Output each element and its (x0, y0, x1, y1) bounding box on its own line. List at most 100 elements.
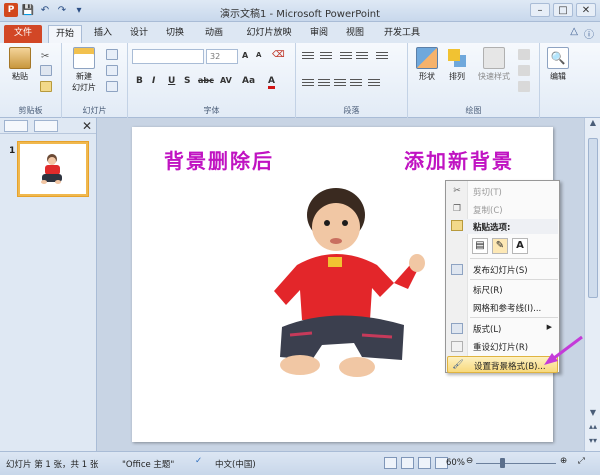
scroll-thumb[interactable] (588, 138, 598, 298)
character-spacing-button[interactable]: AV (220, 76, 232, 85)
tab-animations[interactable]: 动画 (196, 25, 232, 43)
copy-icon[interactable] (40, 65, 52, 76)
maximize-button[interactable]: □ (553, 3, 573, 17)
normal-view-icon[interactable] (384, 457, 397, 469)
menu-item-grid-guides[interactable]: 网格和参考线(I)... (447, 299, 558, 316)
arrange-button[interactable]: 排列 (444, 47, 470, 82)
copy-icon: ❐ (452, 204, 462, 214)
slide-sorter-icon[interactable] (401, 457, 414, 469)
new-slide-button[interactable]: 新建 幻灯片 (66, 47, 102, 93)
arrange-label: 排列 (449, 72, 465, 81)
font-size-input[interactable]: 32 (206, 49, 238, 64)
change-case-button[interactable]: Aa (242, 76, 255, 86)
font-name-input[interactable] (132, 49, 204, 64)
help-icon[interactable]: ⓘ (584, 26, 594, 41)
window-title: 演示文稿1 - Microsoft PowerPoint (219, 9, 381, 20)
slide-text-left[interactable]: 背景删除后 (164, 145, 274, 174)
shrink-font-button[interactable]: A (256, 51, 261, 59)
align-left-icon[interactable] (302, 77, 314, 87)
shapes-button[interactable]: 形状 (414, 47, 440, 82)
drawing-group-label: 绘图 (465, 106, 482, 115)
strikethrough-button[interactable]: abc (198, 76, 214, 85)
quick-styles-button[interactable]: 快速样式 (474, 47, 514, 82)
tab-developer[interactable]: 开发工具 (378, 25, 426, 43)
paragraph-group-label: 段落 (343, 106, 360, 115)
zoom-in-icon[interactable]: ⊕ (560, 456, 567, 466)
tab-slideshow[interactable]: 幻灯片放映 (238, 25, 300, 43)
shape-outline-icon[interactable] (518, 65, 530, 76)
section-icon[interactable] (106, 81, 118, 92)
slide-thumbnail[interactable] (18, 142, 88, 196)
spell-check-icon[interactable]: ✓ (195, 456, 202, 466)
decrease-indent-icon[interactable] (340, 50, 352, 60)
previous-slide-icon[interactable]: ▴▴ (585, 422, 600, 434)
reset-icon[interactable] (106, 65, 118, 76)
menu-item-copy[interactable]: ❐ 复制(C) (447, 201, 558, 218)
fit-to-window-icon[interactable]: ⤢ (578, 456, 585, 466)
clipboard-group: 粘贴 ✂ 剪贴板 (0, 43, 62, 118)
slides-group-label: 幻灯片 (82, 106, 107, 115)
format-painter-icon[interactable] (40, 81, 52, 92)
annotation-arrow-icon (544, 335, 583, 365)
editing-label: 编辑 (550, 72, 566, 81)
paste-keep-text-only-button[interactable]: A (512, 238, 528, 254)
paste-button[interactable]: 粘贴 (6, 47, 34, 82)
paragraph-group: 段落 (296, 43, 408, 118)
close-pane-icon[interactable]: ✕ (82, 119, 92, 133)
shape-effects-icon[interactable] (518, 81, 530, 92)
layout-icon[interactable] (106, 49, 118, 60)
slides-tab[interactable] (4, 119, 28, 132)
tab-view[interactable]: 视图 (340, 25, 370, 43)
next-slide-icon[interactable]: ▾▾ (585, 436, 600, 448)
shadow-button[interactable]: S (184, 76, 190, 86)
reading-view-icon[interactable] (418, 457, 431, 469)
zoom-level[interactable]: 60% (446, 458, 465, 468)
line-spacing-icon[interactable] (376, 50, 388, 60)
close-button[interactable]: ✕ (576, 3, 596, 17)
tab-insert[interactable]: 插入 (88, 25, 118, 43)
zoom-slider-knob[interactable] (500, 458, 505, 468)
paste-use-destination-theme-icon[interactable]: ▤ (472, 238, 488, 254)
language[interactable]: 中文(中国) (215, 458, 256, 470)
justify-icon[interactable] (350, 77, 362, 87)
grow-font-button[interactable]: A (242, 51, 248, 60)
increase-indent-icon[interactable] (356, 50, 368, 60)
tab-transitions[interactable]: 切换 (160, 25, 190, 43)
editing-button[interactable]: 🔍 编辑 (544, 47, 572, 82)
svg-text:✂: ✂ (41, 51, 49, 60)
columns-icon[interactable] (368, 77, 380, 87)
font-color-button[interactable]: A (268, 76, 275, 89)
zoom-out-icon[interactable]: ⊖ (466, 456, 473, 466)
menu-item-cut[interactable]: ✂ 剪切(T) (447, 183, 558, 200)
paste-options-header: 粘贴选项: (447, 219, 558, 234)
bold-button[interactable]: B (136, 76, 143, 86)
align-right-icon[interactable] (334, 77, 346, 87)
bullets-icon[interactable] (302, 50, 314, 60)
align-center-icon[interactable] (318, 77, 330, 87)
scissors-icon: ✂ (453, 186, 461, 196)
tab-file[interactable]: 文件 (4, 25, 42, 43)
clear-format-icon[interactable]: ⌫ (272, 50, 285, 60)
minimize-button[interactable]: – (530, 3, 550, 17)
baby-photo[interactable] (252, 185, 452, 385)
shape-fill-icon[interactable] (518, 49, 530, 60)
menu-item-publish-slides[interactable]: 发布幻灯片(S) (447, 261, 558, 278)
italic-button[interactable]: I (152, 76, 155, 86)
underline-button[interactable]: U (168, 76, 175, 86)
slide-text-right[interactable]: 添加新背景 (404, 145, 514, 174)
tab-design[interactable]: 设计 (124, 25, 154, 43)
ribbon-tabs: 文件 开始 插入 设计 切换 动画 幻灯片放映 审阅 视图 开发工具 △ ⓘ (0, 22, 600, 43)
paste-keep-source-formatting-icon[interactable]: ✎ (492, 238, 508, 254)
scroll-up-icon[interactable]: ▲ (585, 118, 600, 130)
scroll-down-icon[interactable]: ▼ (585, 408, 600, 420)
cut-icon[interactable]: ✂ (40, 49, 52, 62)
zoom-slider[interactable] (476, 463, 556, 464)
vertical-scrollbar[interactable]: ▲ ▼ ▴▴ ▾▾ (584, 118, 600, 451)
tab-home[interactable]: 开始 (48, 25, 82, 43)
slides-group: 新建 幻灯片 幻灯片 (62, 43, 128, 118)
menu-item-ruler[interactable]: 标尺(R) (447, 281, 558, 298)
tab-review[interactable]: 审阅 (304, 25, 334, 43)
outline-tab[interactable] (34, 119, 58, 132)
numbering-icon[interactable] (320, 50, 332, 60)
minimize-ribbon-icon[interactable]: △ (570, 26, 578, 41)
